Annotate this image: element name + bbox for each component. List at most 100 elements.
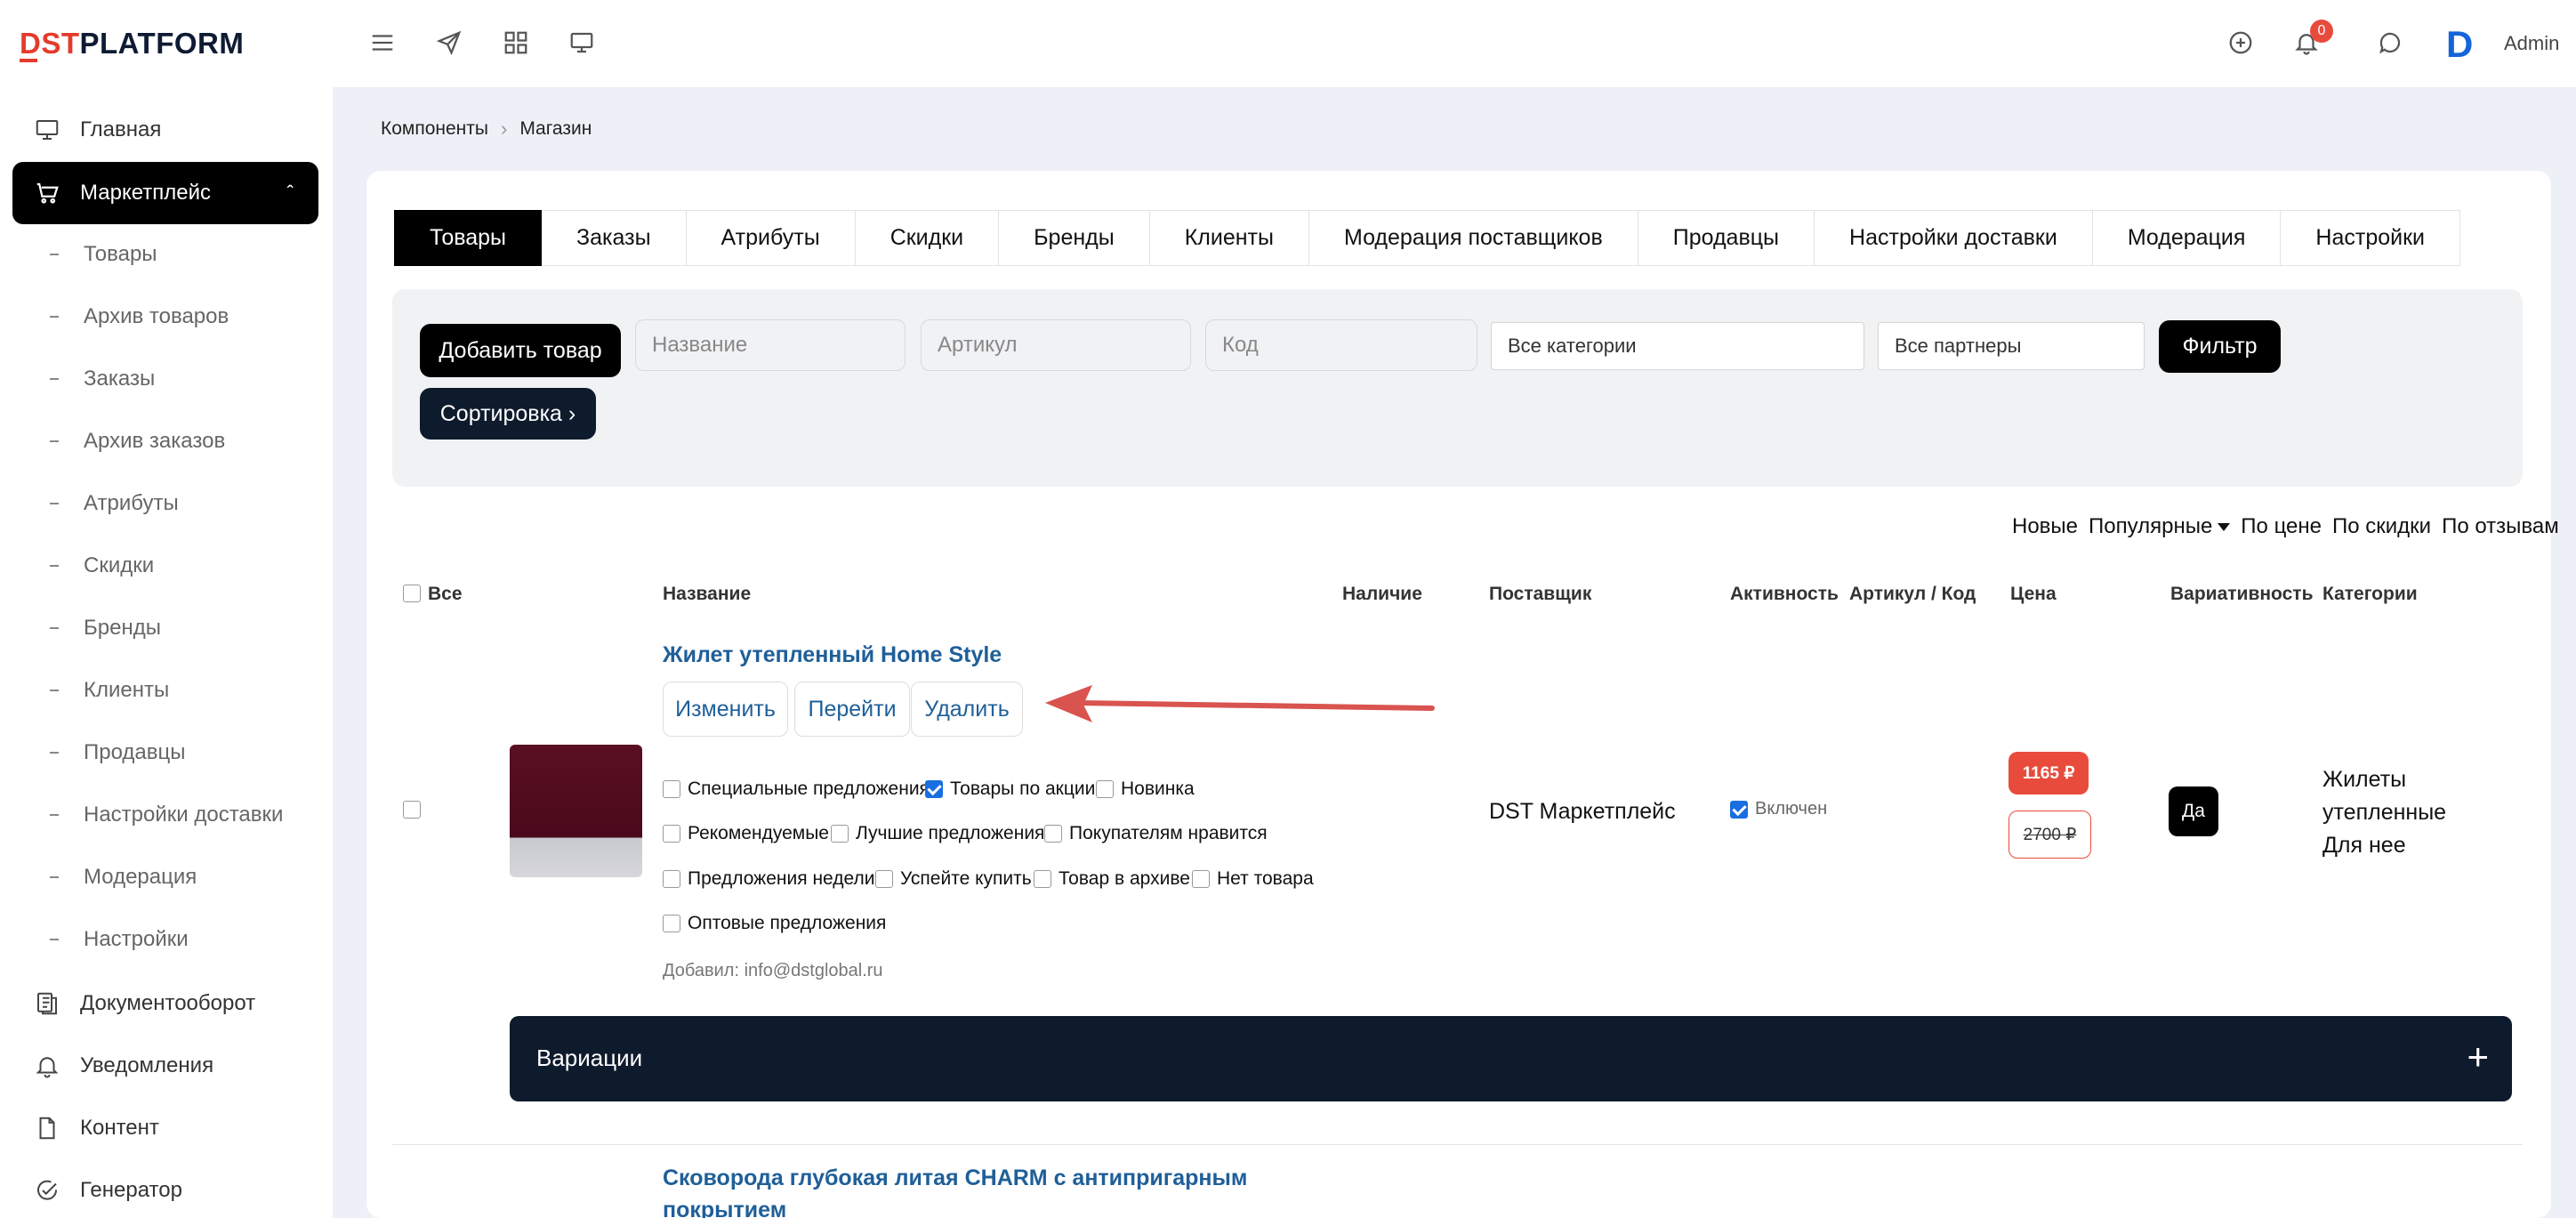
- sort-price[interactable]: По цене: [2241, 514, 2322, 539]
- sidebar-subitem-settings[interactable]: Настройки: [50, 927, 189, 952]
- sort-discount[interactable]: По скидки: [2332, 514, 2431, 539]
- menu-icon[interactable]: [365, 25, 400, 60]
- add-circle-icon[interactable]: [2223, 25, 2258, 60]
- checkbox[interactable]: [663, 870, 680, 888]
- tab-settings[interactable]: Настройки: [2281, 210, 2460, 266]
- app-logo[interactable]: DSTPLATFORM: [20, 27, 244, 60]
- delete-button[interactable]: Удалить: [911, 682, 1023, 737]
- sort-new[interactable]: Новые: [2012, 514, 2078, 539]
- flag-out-of-stock[interactable]: Нет товара: [1192, 868, 1314, 890]
- flag-customers-like[interactable]: Покупателям нравится: [1044, 823, 1268, 844]
- checkbox[interactable]: [831, 825, 849, 843]
- checkbox[interactable]: [875, 870, 893, 888]
- sidebar-subitem-attributes[interactable]: Атрибуты: [50, 491, 179, 516]
- checkbox[interactable]: [1034, 870, 1051, 888]
- product-thumbnail[interactable]: [510, 745, 642, 877]
- tab-sellers[interactable]: Продавцы: [1638, 210, 1815, 266]
- tab-bar: Товары Заказы Атрибуты Скидки Бренды Кли…: [394, 210, 2460, 266]
- breadcrumb-item-current: Магазин: [519, 118, 592, 139]
- sidebar-subitem-discounts[interactable]: Скидки: [50, 553, 154, 578]
- sidebar-item-marketplace[interactable]: Маркетплейс ˆ: [12, 162, 318, 224]
- header-supplier: Поставщик: [1489, 584, 1592, 604]
- flag-promo[interactable]: Товары по акции: [925, 778, 1095, 800]
- flag-week-offers[interactable]: Предложения недели: [663, 868, 874, 890]
- chat-icon[interactable]: [2372, 25, 2408, 60]
- sort-options: Новые Популярные По цене По скидки По от…: [2012, 514, 2559, 539]
- active-toggle[interactable]: Включен: [1730, 799, 1827, 819]
- added-by-text: Добавил: info@dstglobal.ru: [663, 961, 883, 980]
- select-all-checkbox[interactable]: [403, 585, 421, 602]
- sidebar-subitem-products[interactable]: Товары: [50, 242, 157, 267]
- sidebar-subitem-delivery-settings[interactable]: Настройки доставки: [50, 803, 283, 827]
- sidebar-subitem-products-archive[interactable]: Архив товаров: [50, 304, 229, 329]
- variations-label: Вариации: [536, 1045, 643, 1071]
- notification-badge: 0: [2310, 20, 2333, 43]
- breadcrumb-item[interactable]: Компоненты: [381, 118, 488, 140]
- checkbox-checked[interactable]: [925, 780, 943, 798]
- grid-icon[interactable]: [498, 25, 534, 60]
- variativity-badge: Да: [2169, 786, 2218, 836]
- sidebar-subitem-orders-archive[interactable]: Архив заказов: [50, 429, 225, 454]
- sidebar-subitem-orders[interactable]: Заказы: [50, 367, 155, 391]
- flag-new[interactable]: Новинка: [1096, 778, 1195, 800]
- checkbox[interactable]: [1044, 825, 1062, 843]
- sidebar: Главная Маркетплейс ˆ Товары Архив товар…: [0, 87, 333, 1218]
- product-title-link[interactable]: Сковорода глубокая литая CHARM с антипри…: [663, 1162, 1339, 1218]
- tab-clients[interactable]: Клиенты: [1149, 210, 1309, 266]
- variations-accordion[interactable]: Вариации +: [510, 1016, 2512, 1101]
- tab-delivery-settings[interactable]: Настройки доставки: [1815, 210, 2093, 266]
- flag-archived[interactable]: Товар в архиве: [1034, 868, 1190, 890]
- tab-orders[interactable]: Заказы: [542, 210, 687, 266]
- tab-supplier-moderation[interactable]: Модерация поставщиков: [1308, 210, 1638, 266]
- send-icon[interactable]: [431, 25, 467, 60]
- user-avatar[interactable]: D: [2446, 23, 2473, 66]
- checkbox[interactable]: [1192, 870, 1210, 888]
- tab-brands[interactable]: Бренды: [999, 210, 1150, 266]
- plus-icon[interactable]: +: [2467, 1036, 2489, 1078]
- checkbox[interactable]: [663, 825, 680, 843]
- sidebar-subitem-moderation[interactable]: Модерация: [50, 865, 197, 890]
- checkbox[interactable]: [663, 780, 680, 798]
- sort-popular[interactable]: Популярные: [2089, 514, 2231, 539]
- sku-filter-input[interactable]: Артикул: [921, 319, 1191, 371]
- caret-down-icon: [2218, 523, 2231, 532]
- flag-recommended[interactable]: Рекомендуемые: [663, 823, 829, 844]
- checkbox[interactable]: [663, 915, 680, 932]
- sidebar-item-generator[interactable]: Генератор: [12, 1159, 318, 1218]
- tab-moderation[interactable]: Модерация: [2092, 210, 2282, 266]
- add-product-button[interactable]: Добавить товар: [420, 324, 621, 377]
- name-filter-input[interactable]: Название: [635, 319, 906, 371]
- sidebar-item-content[interactable]: Контент: [12, 1097, 318, 1159]
- tab-attributes[interactable]: Атрибуты: [686, 210, 856, 266]
- checkbox[interactable]: [1096, 780, 1114, 798]
- sidebar-subitem-brands[interactable]: Бренды: [50, 616, 161, 641]
- sidebar-item-documents[interactable]: Документооборот: [12, 972, 318, 1035]
- tab-products[interactable]: Товары: [394, 210, 542, 266]
- tab-discounts[interactable]: Скидки: [855, 210, 1000, 266]
- open-button[interactable]: Перейти: [794, 682, 910, 737]
- partner-select[interactable]: Все партнеры: [1878, 322, 2145, 370]
- flag-special-offers[interactable]: Специальные предложения: [663, 778, 930, 800]
- row-checkbox[interactable]: [403, 801, 421, 819]
- header-activity: Активность: [1730, 584, 1839, 604]
- user-name[interactable]: Admin: [2504, 32, 2559, 55]
- product-title-link[interactable]: Жилет утепленный Home Style: [663, 642, 1002, 668]
- edit-button[interactable]: Изменить: [663, 682, 788, 737]
- sidebar-item-home[interactable]: Главная: [12, 87, 318, 173]
- code-filter-input[interactable]: Код: [1205, 319, 1477, 371]
- flag-hurry[interactable]: Успейте купить: [875, 868, 1032, 890]
- sort-button[interactable]: Сортировка ›: [420, 388, 596, 440]
- display-icon[interactable]: [564, 25, 600, 60]
- price-old-badge: 2700 ₽: [2008, 811, 2091, 859]
- active-label: Включен: [1755, 799, 1828, 819]
- category-select[interactable]: Все категории: [1491, 322, 1864, 370]
- flag-best-offers[interactable]: Лучшие предложения: [831, 823, 1044, 844]
- sidebar-item-notifications[interactable]: Уведомления: [12, 1035, 318, 1097]
- sidebar-item-label: Главная: [80, 117, 162, 141]
- sidebar-subitem-sellers[interactable]: Продавцы: [50, 740, 186, 765]
- filter-button[interactable]: Фильтр: [2159, 320, 2281, 373]
- sidebar-subitem-clients[interactable]: Клиенты: [50, 678, 169, 703]
- checkbox-checked[interactable]: [1730, 800, 1748, 819]
- sort-reviews[interactable]: По отзывам: [2442, 514, 2559, 539]
- flag-wholesale[interactable]: Оптовые предложения: [663, 913, 886, 934]
